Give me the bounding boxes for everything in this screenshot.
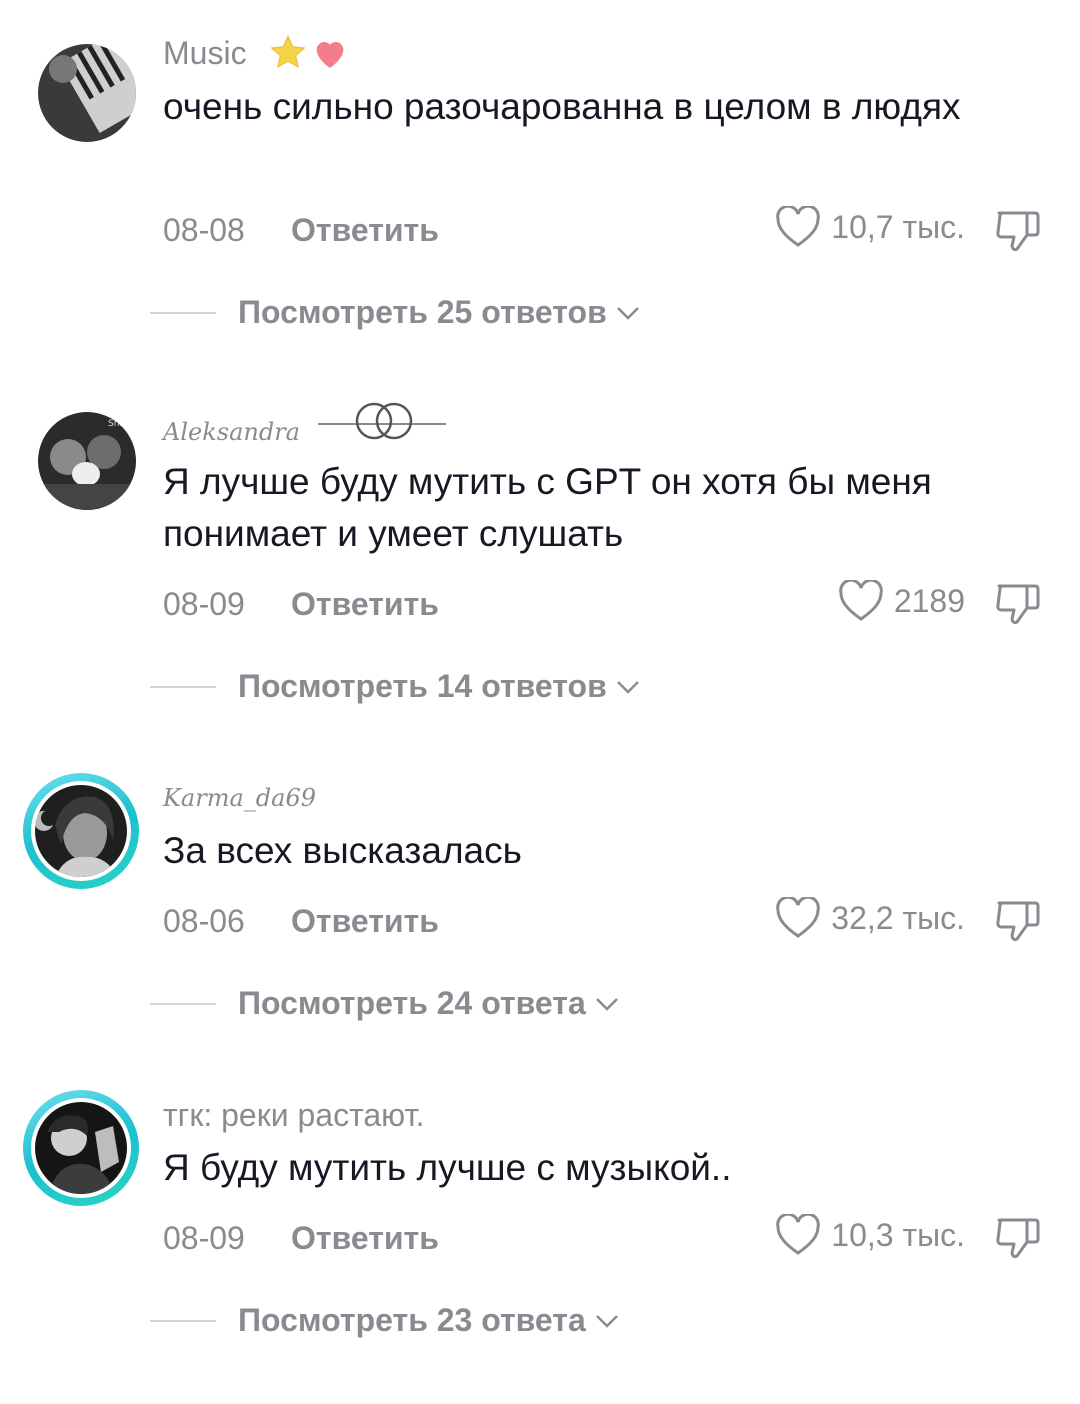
like-count: 2189: [893, 582, 965, 619]
avatar-ring-inner: [31, 1098, 131, 1198]
view-replies-button[interactable]: Посмотреть 14 ответов: [150, 668, 641, 705]
username-badges: [268, 33, 350, 73]
comment-date: 08-08: [163, 212, 245, 248]
avatar-image: [35, 1102, 127, 1194]
avatar[interactable]: [38, 44, 136, 142]
chevron-down-icon: [595, 1314, 618, 1328]
view-replies-label: Посмотреть 24 ответа: [238, 985, 586, 1021]
heart-outline-icon: [839, 580, 883, 621]
like-button[interactable]: 10,7 тыс.: [775, 206, 965, 248]
chevron-down-icon: [595, 997, 618, 1011]
divider-line: [150, 1002, 216, 1005]
comment-date: 08-09: [163, 586, 245, 622]
view-replies-label: Посмотреть 25 ответов: [238, 294, 607, 330]
avatar-image: Shifting: [38, 412, 136, 510]
heart-outline-icon: [776, 206, 821, 247]
thumbs-down-icon[interactable]: [993, 580, 1043, 626]
comment-text: Я лучше буду мутить с GPT он хотя бы мен…: [163, 461, 932, 554]
avatar-ring-inner: [31, 781, 131, 881]
chevron-down-icon: [616, 306, 639, 320]
heart-icon: [316, 41, 344, 68]
view-replies-button[interactable]: Посмотреть 24 ответа: [150, 985, 620, 1022]
like-button[interactable]: 10,3 тыс.: [775, 1214, 965, 1256]
username[interactable]: Aleksandra: [163, 418, 300, 446]
thumbs-down-icon[interactable]: [993, 897, 1043, 943]
like-count: 32,2 тыс.: [831, 899, 965, 936]
like-count: 10,7 тыс.: [831, 208, 965, 245]
heart-outline-icon: [776, 897, 821, 938]
view-replies-button[interactable]: Посмотреть 23 ответа: [150, 1302, 620, 1339]
avatar[interactable]: [23, 1090, 139, 1206]
comment-date: 08-06: [163, 903, 245, 939]
comment-text: За всех высказалась: [163, 830, 522, 871]
reply-button[interactable]: Ответить: [291, 1220, 439, 1257]
avatar-image: [35, 785, 127, 877]
reply-button[interactable]: Ответить: [291, 903, 439, 940]
username[interactable]: Music: [163, 35, 247, 72]
divider-line: [150, 1319, 216, 1322]
view-replies-label: Посмотреть 14 ответов: [238, 668, 607, 704]
thumbs-down-icon[interactable]: [993, 1214, 1043, 1260]
chevron-down-icon: [616, 680, 639, 694]
view-replies-label: Посмотреть 23 ответа: [238, 1302, 586, 1338]
thumbs-down-icon[interactable]: [993, 207, 1043, 253]
avatar[interactable]: [23, 773, 139, 889]
divider-line: [150, 685, 216, 688]
avatar-image: [38, 44, 136, 142]
interlocked-rings-icon: [318, 402, 446, 440]
star-icon: [270, 35, 306, 68]
view-replies-button[interactable]: Посмотреть 25 ответов: [150, 294, 641, 331]
reply-button[interactable]: Ответить: [291, 212, 439, 249]
username[interactable]: Karma_da69: [163, 784, 316, 812]
reply-button[interactable]: Ответить: [291, 586, 439, 623]
comment-text: очень сильно разочарованна в целом в люд…: [163, 86, 961, 127]
like-button[interactable]: 32,2 тыс.: [775, 897, 965, 939]
like-count: 10,3 тыс.: [831, 1216, 965, 1253]
like-button[interactable]: 2189: [838, 580, 965, 622]
avatar[interactable]: Shifting: [38, 412, 136, 510]
heart-outline-icon: [776, 1214, 821, 1255]
comment-text: Я буду мутить лучше с музыкой..: [163, 1147, 732, 1188]
comment-date: 08-09: [163, 1220, 245, 1256]
avatar-caption: Shifting: [108, 419, 136, 429]
username[interactable]: тгк: реки растают.: [163, 1097, 424, 1134]
divider-line: [150, 311, 216, 314]
